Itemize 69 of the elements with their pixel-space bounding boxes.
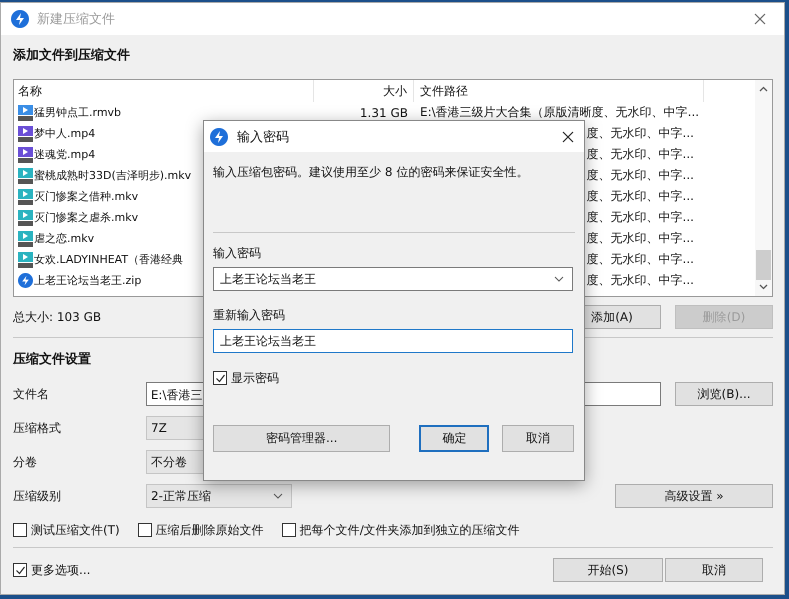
password-combo[interactable]: 上老王论坛当老王 <box>213 267 573 291</box>
file-name: 猛男钟点工.rmvb <box>34 105 122 120</box>
section-heading: 添加文件到压缩文件 <box>13 46 130 65</box>
video-file-icon <box>18 104 33 120</box>
file-path: 度、无水印、中字... <box>586 231 694 245</box>
file-name: 灭门惨案之虐杀.mkv <box>34 210 138 225</box>
footer-button[interactable]: 取消 <box>665 558 763 582</box>
file-path: E:\香港三级片大合集（原版清晰度、无水印、中字... <box>420 105 700 119</box>
option-checkbox[interactable]: 测试压缩文件(T) <box>13 522 120 538</box>
video-file-icon <box>18 168 33 184</box>
scrollbar[interactable] <box>755 80 772 296</box>
file-name: 灭门惨案之借种.mkv <box>34 189 138 204</box>
column-header[interactable]: 文件路径 <box>414 80 704 102</box>
password-input[interactable]: 上老王论坛当老王 <box>213 329 573 353</box>
video-file-icon <box>18 126 33 142</box>
file-name: 蜜桃成熟时33D(吉泽明步).mkv <box>34 168 192 183</box>
file-path: 度、无水印、中字... <box>586 210 694 224</box>
field-label: 文件名 <box>13 386 50 402</box>
app-logo-icon <box>11 10 29 28</box>
total-size: 总大小: 103 GB <box>13 308 102 326</box>
dialog-button[interactable]: 取消 <box>502 425 574 452</box>
file-path: 度、无水印、中字... <box>586 147 694 161</box>
checkmark-icon <box>214 372 226 384</box>
file-path: 度、无水印、中字... <box>586 273 694 287</box>
more-options-checkbox[interactable]: 更多选项... <box>13 562 90 578</box>
field-label: 输入密码 <box>213 245 262 262</box>
close-icon[interactable] <box>562 130 574 142</box>
video-file-icon <box>18 230 33 246</box>
dialog-button[interactable]: 密码管理器... <box>213 425 390 452</box>
file-size: 1.31 GB <box>360 106 408 120</box>
show-password-checkbox[interactable]: 显示密码 <box>213 367 574 389</box>
footer-button[interactable]: 开始(S) <box>553 558 663 582</box>
section-heading: 压缩文件设置 <box>13 350 91 369</box>
dialog-hint: 输入压缩包密码。建议使用至少 8 位的密码来保证安全性。 <box>213 164 530 181</box>
file-name: 女欢.LADYINHEAT（香港经典 <box>34 252 184 267</box>
video-file-icon <box>18 188 33 204</box>
option-checkbox[interactable]: 把每个文件/文件夹添加到独立的压缩文件 <box>282 522 520 538</box>
window-title: 新建压缩文件 <box>37 11 116 28</box>
browse-button[interactable]: 浏览(B)... <box>675 382 773 406</box>
column-header[interactable]: 名称 <box>14 80 314 102</box>
field-label: 分卷 <box>13 454 38 470</box>
file-path: 度、无水印、中字... <box>586 252 694 266</box>
file-path: 度、无水印、中字... <box>586 126 694 140</box>
option-checkbox[interactable]: 压缩后删除原始文件 <box>138 522 264 538</box>
dialog-title: 输入密码 <box>237 128 289 146</box>
file-name: 上老王论坛当老王.zip <box>34 273 142 288</box>
file-name: 梦中人.mp4 <box>34 126 96 141</box>
file-path: 度、无水印、中字... <box>586 189 694 203</box>
video-file-icon <box>18 210 33 226</box>
field-label: 压缩级别 <box>13 488 62 504</box>
checkmark-icon <box>14 564 26 576</box>
file-name: 虐之恋.mkv <box>34 231 94 246</box>
dialog-button[interactable]: 确定 <box>419 425 490 452</box>
field-label: 压缩格式 <box>13 420 62 436</box>
column-header[interactable]: 大小 <box>314 80 414 102</box>
field-label: 重新输入密码 <box>213 307 286 324</box>
chevron-icon <box>554 276 564 282</box>
file-name: 迷魂党.mp4 <box>34 147 96 162</box>
advanced-settings-button[interactable]: 高级设置 » <box>615 484 773 508</box>
file-path: 度、无水印、中字... <box>586 168 694 182</box>
video-file-icon <box>18 146 33 162</box>
chevron-icon <box>273 493 283 499</box>
archive-file-icon <box>18 273 33 288</box>
dropdown[interactable]: 2-正常压缩 <box>146 484 292 508</box>
scroll-up-icon[interactable] <box>759 86 768 92</box>
app-logo-icon <box>210 128 228 146</box>
scroll-down-icon[interactable] <box>759 284 768 290</box>
scroll-thumb[interactable] <box>756 250 771 280</box>
video-file-icon <box>18 252 33 268</box>
